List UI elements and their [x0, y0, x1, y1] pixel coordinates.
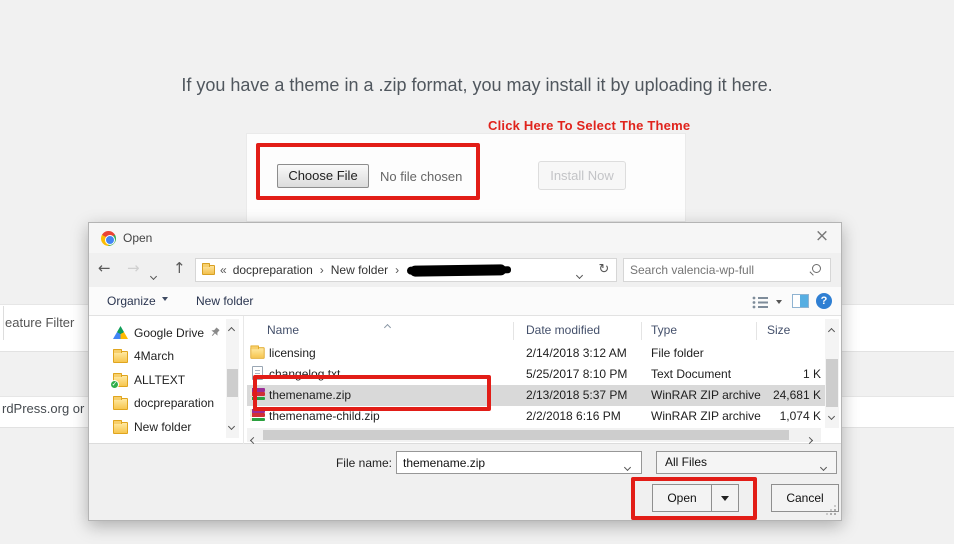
scrollbar-thumb[interactable] [263, 430, 789, 440]
folder-synced-icon: ✓ [113, 375, 128, 387]
scroll-up-icon[interactable] [229, 322, 234, 336]
file-name-label: File name: [319, 456, 392, 470]
annotation-box-open-button [631, 477, 757, 520]
column-headers: Name Date modified Type Size [247, 319, 825, 341]
column-header-type[interactable]: Type [651, 323, 677, 337]
sync-check-icon: ✓ [110, 380, 119, 389]
view-options-chevron-icon[interactable] [776, 300, 782, 307]
pin-icon [207, 324, 223, 341]
sidebar-item-new-folder[interactable]: New folder [97, 416, 225, 437]
folder-icon [250, 347, 264, 358]
command-toolbar: Organize New folder ? [89, 287, 841, 316]
dialog-title: Open [123, 231, 152, 245]
close-icon[interactable]: × [812, 226, 832, 248]
list-vertical-scrollbar[interactable] [825, 319, 839, 428]
chevron-right-icon: › [395, 263, 399, 277]
scroll-right-icon[interactable] [807, 432, 812, 446]
sidebar-scrollbar[interactable] [226, 319, 239, 438]
address-dropdown-icon[interactable] [577, 267, 582, 281]
sidebar-item-4march[interactable]: 4March [97, 345, 225, 366]
list-view-icon[interactable] [752, 296, 769, 312]
file-type-chevron-icon[interactable] [821, 459, 826, 473]
scrollbar-thumb[interactable] [227, 369, 238, 397]
new-folder-button[interactable]: New folder [196, 294, 253, 308]
resize-grip[interactable] [826, 505, 836, 515]
folder-icon [113, 398, 128, 410]
annotation-text: Click Here To Select The Theme [488, 118, 690, 133]
column-header-name[interactable]: Name [267, 323, 299, 337]
scroll-down-icon[interactable] [829, 408, 834, 422]
preview-pane-icon[interactable] [792, 294, 809, 308]
back-icon[interactable]: ← [98, 261, 111, 276]
refresh-icon[interactable]: ↻ [592, 258, 617, 282]
open-file-dialog: Open × ← → ↑ « docpreparation › New fold… [88, 222, 842, 521]
search-input[interactable] [624, 259, 802, 281]
google-drive-icon [113, 326, 128, 339]
scroll-left-icon[interactable] [251, 432, 256, 446]
annotation-box-themename [253, 375, 491, 411]
file-name-dropdown-icon[interactable] [625, 459, 630, 473]
dialog-titlebar: Open × [89, 223, 841, 253]
redacted-breadcrumb-segment [410, 264, 506, 276]
folder-icon [113, 422, 128, 434]
address-bar[interactable]: « docpreparation › New folder › [195, 258, 617, 282]
help-icon[interactable]: ? [816, 293, 832, 309]
forward-icon: → [127, 261, 140, 276]
breadcrumb-docpreparation[interactable]: docpreparation [233, 263, 313, 277]
install-now-button[interactable]: Install Now [538, 161, 626, 190]
chrome-icon [101, 231, 116, 246]
search-icon[interactable] [812, 264, 821, 273]
file-type-select[interactable]: All Files [656, 451, 837, 474]
breadcrumb-new-folder[interactable]: New folder [331, 263, 388, 277]
recent-locations-icon[interactable] [151, 267, 156, 282]
feature-filter-fragment: eature Filter [5, 315, 87, 330]
chevron-down-icon [162, 297, 168, 304]
up-icon[interactable]: ↑ [173, 261, 186, 276]
column-header-date[interactable]: Date modified [526, 323, 600, 337]
list-horizontal-scrollbar[interactable] [247, 428, 821, 442]
annotation-box-choose-file [256, 143, 480, 200]
screenshot-root: eature Filter rdPress.org or If you have… [0, 0, 954, 544]
breadcrumb-root-icon[interactable]: « [220, 263, 227, 277]
sort-ascending-icon [385, 319, 390, 333]
folder-icon [202, 265, 215, 275]
chevron-right-icon: › [320, 263, 324, 277]
sidebar-item-google-drive[interactable]: Google Drive [97, 322, 225, 343]
file-row-licensing[interactable]: licensing 2/14/2018 3:12 AM File folder [247, 343, 825, 364]
column-header-size[interactable]: Size [767, 323, 790, 337]
search-box[interactable] [623, 258, 831, 282]
wordpress-org-fragment: rdPress.org or [2, 401, 88, 416]
sidebar-item-alltext[interactable]: ✓ ALLTEXT [97, 369, 225, 390]
scroll-down-icon[interactable] [229, 418, 234, 432]
scroll-up-icon[interactable] [829, 323, 834, 337]
scrollbar-thumb[interactable] [826, 359, 838, 407]
folder-icon [113, 351, 128, 363]
pane-separator [243, 316, 244, 444]
feature-filter-button-edge [3, 306, 4, 340]
page-title: If you have a theme in a .zip format, yo… [0, 75, 954, 96]
file-name-input[interactable] [396, 451, 642, 474]
sidebar-item-docpreparation[interactable]: docpreparation [97, 392, 225, 413]
organize-button[interactable]: Organize [107, 294, 168, 308]
